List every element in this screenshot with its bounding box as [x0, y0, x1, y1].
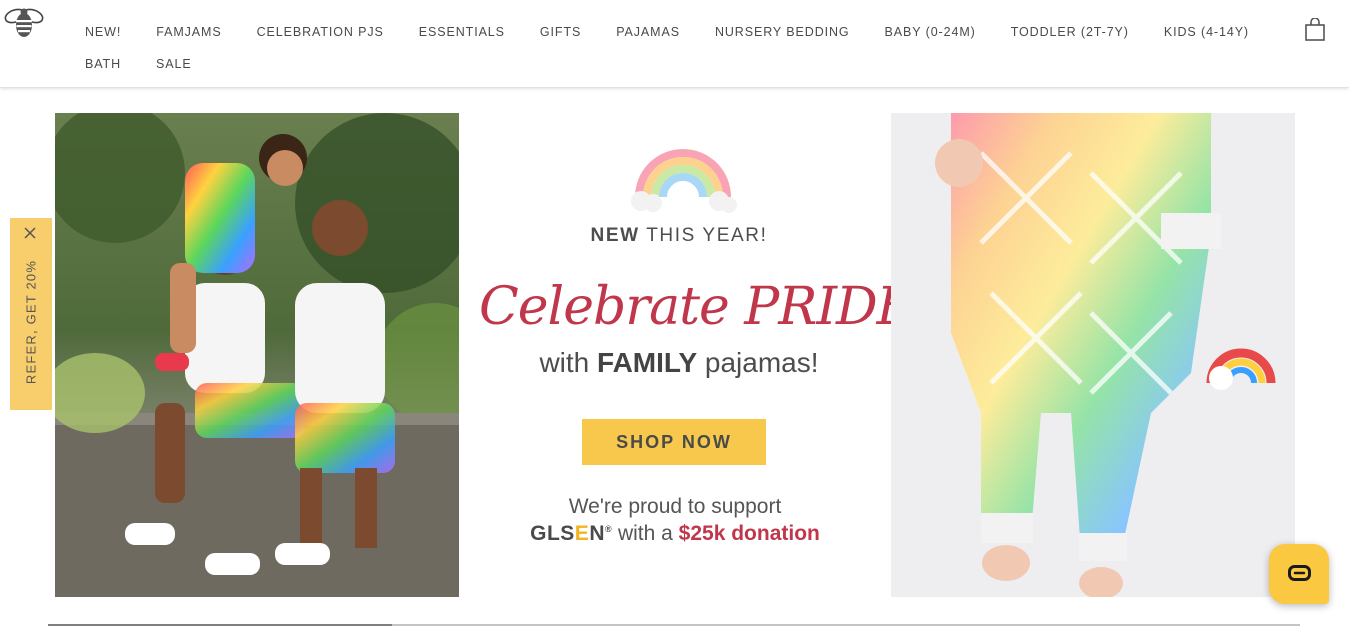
new-rest-text: THIS YEAR!	[646, 225, 768, 246]
chat-button[interactable]	[1269, 544, 1329, 604]
glsen-logo: GLSEN®	[530, 522, 612, 545]
bee-logo-icon[interactable]	[2, 4, 46, 40]
shopping-bag-icon[interactable]	[1304, 18, 1326, 42]
headline-celebrate-pride: Celebrate PRIDE	[479, 277, 915, 337]
chat-bubble-icon	[1288, 565, 1311, 581]
donation-amount: $25k donation	[678, 522, 820, 545]
promo-panel: NEW THIS YEAR! Celebrate PRIDE with FAMI…	[459, 113, 915, 597]
baby-photo	[891, 113, 1295, 597]
glsen-e: E	[574, 522, 590, 545]
nav-item-bath[interactable]: BATH	[85, 54, 121, 74]
nav-row-2: BATH SALE	[85, 54, 1265, 74]
nav-item-famjams[interactable]: FAMJAMS	[156, 22, 221, 42]
family-photo	[55, 113, 459, 597]
family-bold-text: FAMILY	[597, 347, 698, 378]
nav-item-new[interactable]: NEW!	[85, 22, 121, 42]
glsen-gl: GLS	[530, 522, 575, 545]
support-text: We're proud to support	[568, 495, 782, 518]
refer-label: REFER, GET 20%	[23, 259, 39, 385]
main-nav: NEW! FAMJAMS CELEBRATION PJS ESSENTIALS …	[85, 22, 1265, 86]
family-pre-text: with	[539, 347, 590, 378]
nav-row-1: NEW! FAMJAMS CELEBRATION PJS ESSENTIALS …	[85, 22, 1265, 42]
site-header: NEW! FAMJAMS CELEBRATION PJS ESSENTIALS …	[0, 0, 1349, 88]
new-this-year-text: NEW THIS YEAR!	[459, 225, 899, 247]
nav-item-pajamas[interactable]: PAJAMAS	[616, 22, 680, 42]
nav-item-celebration-pjs[interactable]: CELEBRATION PJS	[257, 22, 384, 42]
donation-text: GLSEN® with a $25k donation	[459, 522, 891, 546]
nav-item-sale[interactable]: SALE	[156, 54, 192, 74]
close-icon[interactable]	[23, 226, 37, 240]
glsen-n: N	[589, 522, 605, 545]
with-a-text: with a	[617, 522, 673, 545]
family-pajamas-text: with FAMILY pajamas!	[459, 347, 899, 379]
nav-item-toddler[interactable]: TODDLER (2T-7Y)	[1011, 22, 1129, 42]
new-bold-text: NEW	[590, 225, 640, 246]
refer-tab[interactable]: REFER, GET 20%	[10, 218, 52, 410]
nav-item-nursery-bedding[interactable]: NURSERY BEDDING	[715, 22, 850, 42]
family-post-text: pajamas!	[704, 347, 819, 378]
nav-item-essentials[interactable]: ESSENTIALS	[419, 22, 505, 42]
hero-banner[interactable]: NEW THIS YEAR! Celebrate PRIDE with FAMI…	[55, 113, 1295, 597]
shop-now-button[interactable]: SHOP NOW	[582, 419, 766, 465]
rainbow-cloud-icon	[631, 149, 737, 213]
nav-item-kids[interactable]: KIDS (4-14Y)	[1164, 22, 1249, 42]
registered-mark: ®	[604, 524, 613, 534]
nav-item-baby[interactable]: BABY (0-24M)	[885, 22, 976, 42]
nav-item-gifts[interactable]: GIFTS	[540, 22, 581, 42]
